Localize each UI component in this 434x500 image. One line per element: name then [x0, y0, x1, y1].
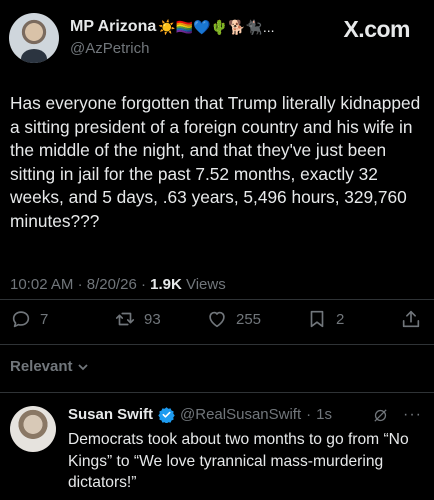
- divider: [0, 392, 434, 393]
- bookmark-button[interactable]: 2: [306, 308, 344, 330]
- reply-author-handle[interactable]: @RealSusanSwift: [180, 406, 301, 423]
- x-logo: X.com: [343, 16, 410, 42]
- action-bar: 7 93 255 2: [0, 308, 434, 336]
- reply-header: Susan Swift @RealSusanSwift · 1s: [68, 406, 332, 423]
- meta-separator: ·: [140, 276, 151, 293]
- views-count[interactable]: 1.9K: [150, 276, 182, 293]
- reply-author-name[interactable]: Susan Swift: [68, 406, 153, 423]
- meta-separator: ·: [77, 276, 87, 293]
- share-button[interactable]: [400, 308, 422, 330]
- author-handle[interactable]: @AzPetrich: [70, 40, 149, 57]
- sort-dropdown[interactable]: Relevant: [10, 358, 89, 375]
- repost-button[interactable]: 93: [114, 308, 161, 330]
- like-count: 255: [236, 310, 262, 328]
- bookmark-count: 2: [336, 310, 345, 328]
- repost-count: 93: [144, 310, 161, 328]
- reply-time[interactable]: 1s: [316, 406, 332, 423]
- chevron-down-icon: [77, 363, 88, 370]
- divider: [0, 299, 434, 300]
- like-button[interactable]: 255: [206, 308, 261, 330]
- author-display-name[interactable]: MP Arizona: [70, 18, 156, 36]
- reply-icon: [12, 311, 30, 328]
- more-options-icon[interactable]: ···: [403, 406, 422, 424]
- sort-label: Relevant: [10, 358, 73, 375]
- author-name-line[interactable]: MP Arizona ☀️🏳️‍🌈💙🌵🐕🐈‍⬛...: [70, 18, 275, 36]
- tweet-time[interactable]: 10:02 AM: [10, 276, 73, 293]
- reply-avatar[interactable]: [10, 406, 56, 452]
- reply-separator: ·: [306, 406, 312, 423]
- repost-icon: [115, 312, 135, 326]
- bookmark-icon: [310, 310, 324, 328]
- views-label: Views: [185, 276, 226, 293]
- tweet-date[interactable]: 8/20/26: [87, 276, 137, 293]
- reply-button[interactable]: 7: [10, 308, 48, 330]
- verified-badge-icon: [158, 407, 175, 423]
- reply-count: 7: [40, 310, 49, 328]
- grok-icon[interactable]: [372, 407, 389, 424]
- tweet-meta: 10:02 AM · 8/20/26 · 1.9K Views: [10, 276, 226, 293]
- tweet-text: Has everyone forgotten that Trump litera…: [10, 93, 421, 231]
- share-icon: [402, 310, 420, 328]
- reply-tweet[interactable]: Susan Swift @RealSusanSwift · 1s ··· Dem…: [0, 396, 434, 500]
- reply-tools: ···: [372, 406, 422, 424]
- reply-text: Democrats took about two months to go fr…: [68, 431, 409, 491]
- author-name-emojis: ☀️🏳️‍🌈💙🌵🐕🐈‍⬛...: [158, 18, 275, 35]
- author-avatar[interactable]: [9, 13, 59, 63]
- divider: [0, 344, 434, 345]
- tweet-header: MP Arizona ☀️🏳️‍🌈💙🌵🐕🐈‍⬛... @AzPetrich X.…: [0, 0, 434, 72]
- heart-icon: [209, 311, 225, 328]
